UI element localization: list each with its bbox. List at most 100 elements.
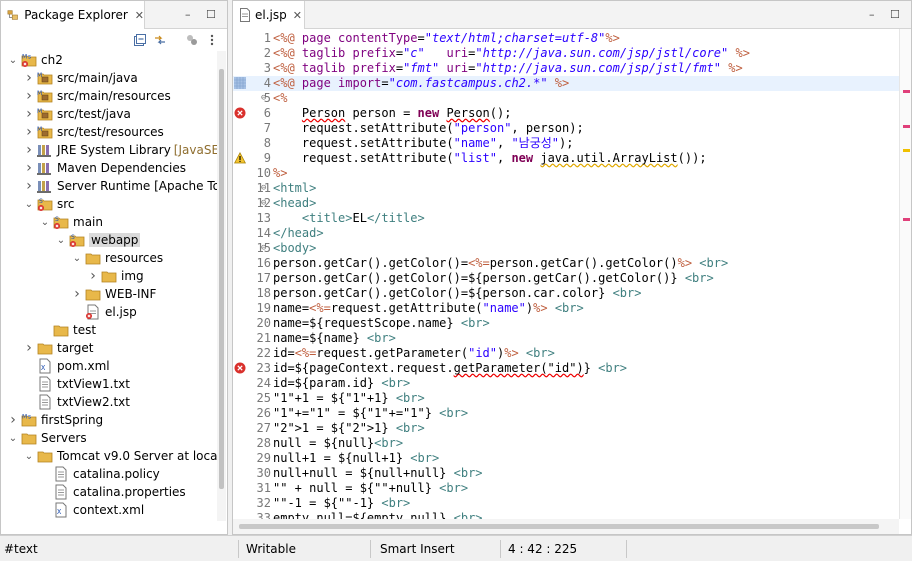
code-line[interactable]: 4 <%@ page import="com.fastcampus.ch2.*" …	[233, 76, 899, 91]
focus-on-active-task-icon[interactable]	[185, 33, 199, 47]
maximize-icon[interactable]: ☐	[206, 9, 217, 20]
tree-item[interactable]: › Server Runtime [Apache Tomcat v9.0]	[23, 177, 217, 195]
code-line[interactable]: 23 id=${pageContext.request.getParameter(…	[233, 361, 899, 376]
code-line[interactable]: 28 null = ${null}<br>	[233, 436, 899, 451]
chevron-right-icon[interactable]: ›	[23, 69, 35, 87]
code-line[interactable]: 18 person.getCar().getColor()=${person.ca…	[233, 286, 899, 301]
chevron-right-icon[interactable]: ›	[23, 339, 35, 357]
code-line[interactable]: 7 request.setAttribute("person", person)…	[233, 121, 899, 136]
code-line[interactable]: 22 id=<%=request.getParameter("id")%> <br…	[233, 346, 899, 361]
code-line[interactable]: 27 "2">1 = ${"2">1} <br>	[233, 421, 899, 436]
code-line[interactable]: 30 null+null = ${null+null} <br>	[233, 466, 899, 481]
overview-ruler[interactable]	[899, 29, 911, 519]
chevron-down-icon[interactable]: ⌄	[7, 51, 19, 69]
explorer-scroll-thumb[interactable]	[219, 69, 224, 489]
minimize-icon[interactable]: –	[869, 9, 880, 20]
chevron-right-icon[interactable]: ›	[87, 267, 99, 285]
code-line[interactable]: 11 ⊖ <html>	[233, 181, 899, 196]
code-line[interactable]: 1 <%@ page contentType="text/html;charset…	[233, 31, 899, 46]
code-editor[interactable]: 1 <%@ page contentType="text/html;charset…	[233, 29, 899, 519]
code-line[interactable]: 17 person.getCar().getColor()=${person.ge…	[233, 271, 899, 286]
chevron-right-icon[interactable]: ›	[23, 87, 35, 105]
code-line[interactable]: 26 "1"+="1" = ${"1"+="1"} <br>	[233, 406, 899, 421]
chevron-right-icon[interactable]: ›	[71, 285, 83, 303]
code-line[interactable]: 6 Person person = new Person();	[233, 106, 899, 121]
chevron-right-icon[interactable]: ›	[23, 123, 35, 141]
tree-item[interactable]: › Msrc/test/java	[23, 105, 131, 123]
view-menu-icon[interactable]	[205, 33, 219, 47]
collapse-all-icon[interactable]	[133, 33, 147, 47]
bookmark-marker-icon[interactable]	[234, 77, 246, 89]
tree-item[interactable]: ⌄ Servers	[7, 429, 87, 447]
fold-toggle-icon[interactable]: ⊖	[261, 91, 266, 106]
tab-package-explorer[interactable]: Package Explorer ✕	[1, 1, 145, 29]
chevron-right-icon[interactable]: ›	[7, 411, 19, 429]
error-overview-mark[interactable]	[903, 218, 910, 221]
error-marker-icon[interactable]	[234, 362, 246, 374]
tree-item[interactable]: catalina.properties	[39, 483, 186, 501]
chevron-right-icon[interactable]: ›	[23, 141, 35, 159]
code-line[interactable]: 10 %>	[233, 166, 899, 181]
chevron-down-icon[interactable]: ⌄	[7, 429, 19, 447]
error-marker-icon[interactable]	[234, 107, 246, 119]
fold-toggle-icon[interactable]: ⊖	[261, 196, 266, 211]
error-overview-mark[interactable]	[903, 125, 910, 128]
code-line[interactable]: 24 id=${param.id} <br>	[233, 376, 899, 391]
code-line[interactable]: 21 name=${name} <br>	[233, 331, 899, 346]
code-line[interactable]: 13 <title>EL</title>	[233, 211, 899, 226]
code-line[interactable]: 25 "1"+1 = ${"1"+1} <br>	[233, 391, 899, 406]
chevron-right-icon[interactable]: ›	[23, 159, 35, 177]
code-line[interactable]: 33 empty null=${empty null} <br>	[233, 511, 899, 519]
chevron-down-icon[interactable]: ⌄	[23, 447, 35, 465]
code-line[interactable]: 32 ""-1 = ${""-1} <br>	[233, 496, 899, 511]
tree-item[interactable]: ⌄ Ms ch2	[7, 51, 63, 69]
code-line[interactable]: 14 </head>	[233, 226, 899, 241]
tree-item[interactable]: › target	[23, 339, 93, 357]
code-line[interactable]: 20 name=${requestScope.name} <br>	[233, 316, 899, 331]
tree-item[interactable]: Xpom.xml	[23, 357, 110, 375]
editor-scroll-thumb[interactable]	[239, 524, 879, 529]
tree-item[interactable]: txtView2.txt	[23, 393, 130, 411]
maximize-icon[interactable]: ☐	[890, 9, 901, 20]
tree-item[interactable]: ⌄ Swebapp	[55, 231, 141, 249]
code-line[interactable]: 3 <%@ taglib prefix="fmt" uri="http://jav…	[233, 61, 899, 76]
code-line[interactable]: 2 <%@ taglib prefix="c" uri="http://java.…	[233, 46, 899, 61]
tree-item[interactable]: › Ms firstSpring	[7, 411, 103, 429]
tree-item[interactable]: ⌄ resources	[71, 249, 163, 267]
fold-toggle-icon[interactable]: ⊖	[261, 181, 266, 196]
warning-marker-icon[interactable]	[234, 152, 246, 164]
tree-item[interactable]: › img	[87, 267, 143, 285]
error-overview-mark[interactable]	[903, 90, 910, 93]
tree-item[interactable]: › Msrc/main/java	[23, 69, 138, 87]
tab-el-jsp[interactable]: el.jsp ✕	[233, 1, 305, 29]
tree-item[interactable]: › Msrc/test/resources	[23, 123, 164, 141]
tree-item[interactable]: › WEB-INF	[71, 285, 156, 303]
tree-item[interactable]: › Maven Dependencies	[23, 159, 186, 177]
minimize-icon[interactable]: –	[185, 9, 196, 20]
tree-item[interactable]: ⌄ Smain	[39, 213, 103, 231]
chevron-down-icon[interactable]: ⌄	[71, 249, 83, 267]
code-line[interactable]: 29 null+1 = ${null+1} <br>	[233, 451, 899, 466]
tree-item[interactable]: › Msrc/main/resources	[23, 87, 171, 105]
code-line[interactable]: 5 ⊖ <%	[233, 91, 899, 106]
tree-item[interactable]: el.jsp	[71, 303, 137, 321]
editor-horizontal-scrollbar[interactable]	[233, 519, 899, 534]
link-with-editor-icon[interactable]	[153, 33, 167, 47]
code-line[interactable]: 19 name=<%=request.getAttribute("name")%>…	[233, 301, 899, 316]
tree-item[interactable]: txtView1.txt	[23, 375, 130, 393]
tree-item[interactable]: test	[39, 321, 96, 339]
code-line[interactable]: 31 "" + null = ${""+null} <br>	[233, 481, 899, 496]
code-line[interactable]: 16 person.getCar().getColor()=<%=person.g…	[233, 256, 899, 271]
tree-item[interactable]: ⌄ Ssrc	[23, 195, 75, 213]
chevron-right-icon[interactable]: ›	[23, 105, 35, 123]
tree-item[interactable]: catalina.policy	[39, 465, 160, 483]
tree-item[interactable]: › JRE System Library[JavaSE-11]	[23, 141, 217, 159]
code-line[interactable]: 12 ⊖ <head>	[233, 196, 899, 211]
code-line[interactable]: 8 request.setAttribute("name", "남궁성");	[233, 136, 899, 151]
chevron-down-icon[interactable]: ⌄	[23, 195, 35, 213]
chevron-down-icon[interactable]: ⌄	[55, 231, 67, 249]
chevron-down-icon[interactable]: ⌄	[39, 213, 51, 231]
code-line[interactable]: 15 ⊖ <body>	[233, 241, 899, 256]
explorer-vertical-scrollbar[interactable]	[217, 51, 226, 521]
fold-toggle-icon[interactable]: ⊖	[261, 241, 266, 256]
